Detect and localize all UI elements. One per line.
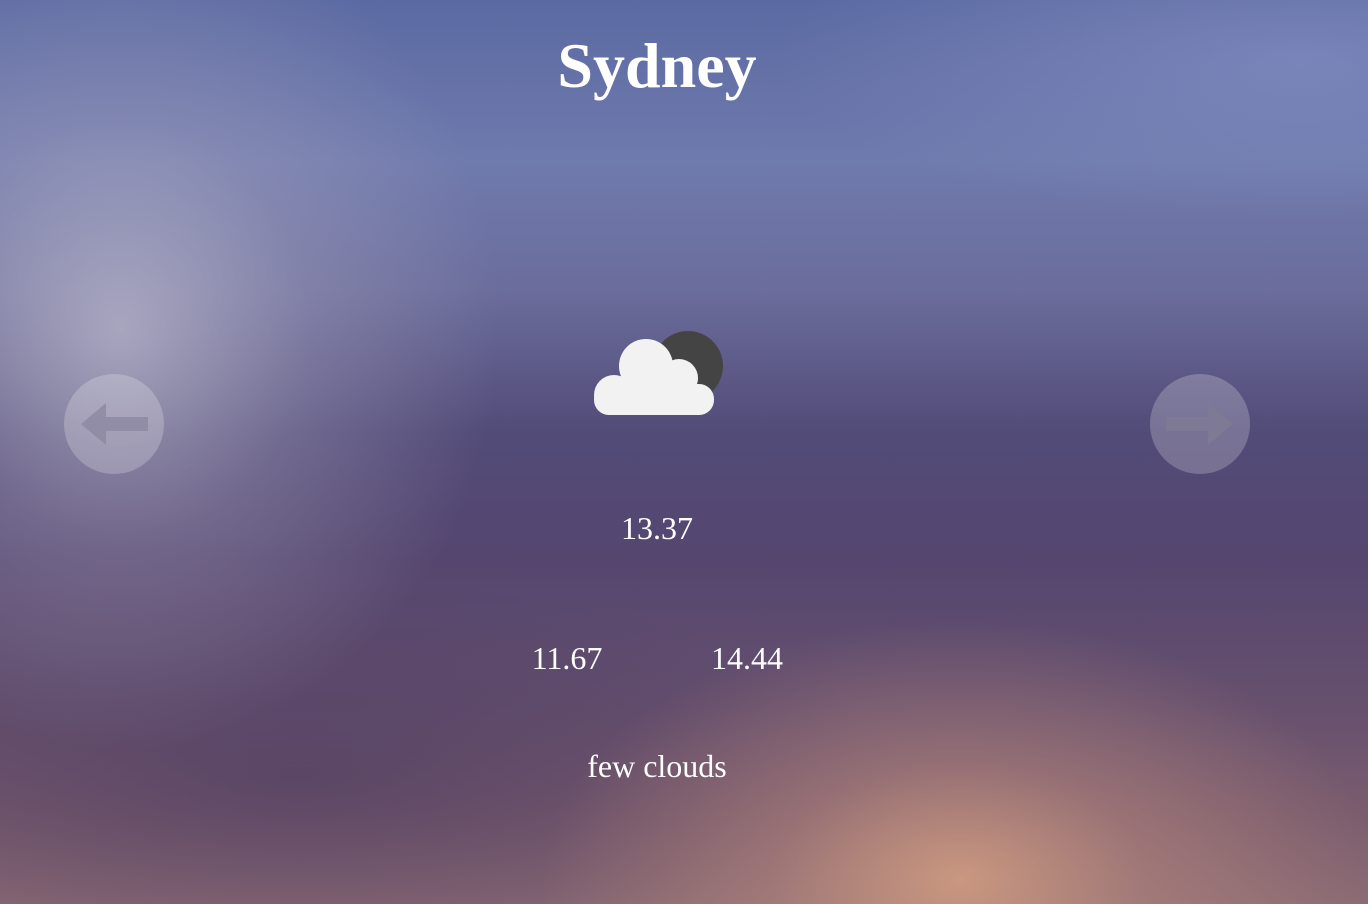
weather-description: few clouds <box>587 748 727 784</box>
few-clouds-night-icon <box>594 331 723 415</box>
prev-city-button[interactable] <box>64 374 164 474</box>
current-temperature: 13.37 <box>621 510 693 546</box>
city-title: Sydney <box>557 30 757 101</box>
max-temperature: 14.44 <box>711 640 783 676</box>
arrow-right-icon <box>1166 403 1233 445</box>
next-city-button[interactable] <box>1150 374 1250 474</box>
min-temperature: 11.67 <box>531 640 603 676</box>
arrow-left-icon <box>81 403 148 445</box>
